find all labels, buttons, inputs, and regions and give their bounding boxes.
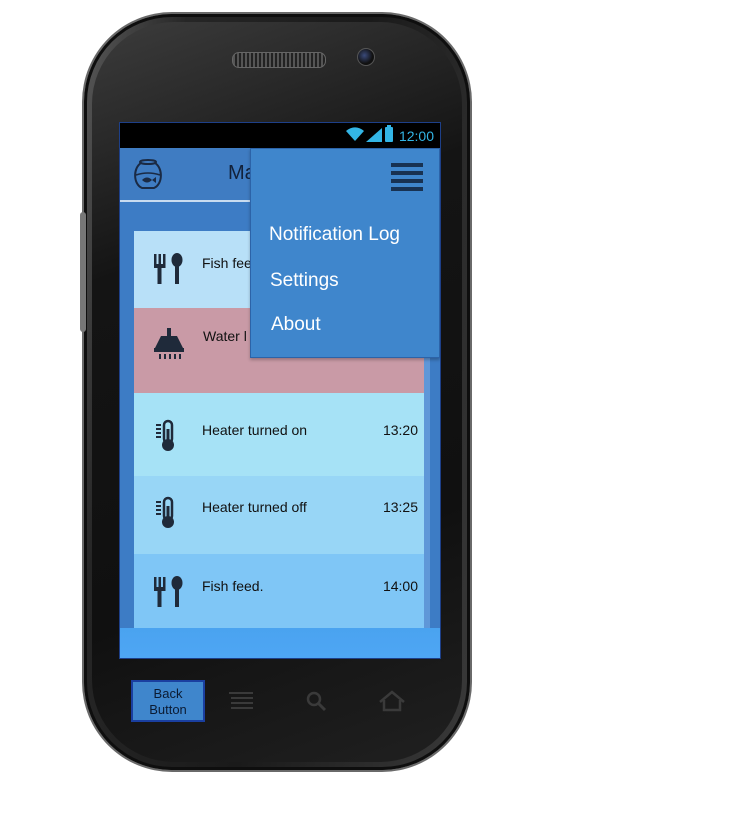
notification-time: 13:25 — [382, 499, 418, 515]
recent-apps-icon[interactable] — [228, 690, 254, 712]
earpiece-speaker — [232, 52, 326, 68]
list-item[interactable]: Heater turned off 13:25 — [134, 476, 424, 554]
battery-icon — [385, 125, 393, 142]
menu-item-about[interactable]: About — [271, 314, 321, 336]
back-button-label: Back Button — [149, 686, 187, 717]
overflow-menu: Notification Log Settings About — [250, 148, 440, 358]
fork-spoon-icon — [154, 253, 183, 284]
wifi-icon — [346, 127, 364, 141]
back-button[interactable]: Back Button — [131, 680, 205, 722]
screen: 12:00 Ma Fish fee Water l Heater turned … — [119, 122, 441, 659]
notification-time: 13:20 — [382, 422, 418, 438]
notification-label: Fish fee — [202, 255, 252, 271]
hamburger-icon[interactable] — [391, 163, 423, 191]
notification-time: 14:00 — [382, 578, 418, 594]
notification-label: Heater turned on — [202, 422, 308, 438]
front-camera — [357, 48, 375, 66]
signal-icon — [366, 128, 382, 142]
menu-item-settings[interactable]: Settings — [270, 270, 339, 292]
thermometer-icon — [156, 419, 174, 451]
status-time: 12:00 — [398, 128, 434, 144]
home-icon[interactable] — [378, 690, 406, 712]
fishbowl-icon[interactable] — [132, 158, 164, 190]
volume-side-button — [80, 212, 86, 332]
notification-label: Water l — [203, 328, 247, 344]
notification-label: Fish feed. — [202, 578, 264, 594]
fork-spoon-icon — [154, 576, 183, 607]
shower-icon — [154, 328, 184, 359]
thermometer-icon — [156, 496, 174, 528]
notification-label: Heater turned off — [202, 499, 307, 515]
list-item[interactable]: Fish feed. 14:00 — [134, 554, 424, 629]
search-icon[interactable] — [305, 690, 327, 712]
list-item[interactable]: Heater turned on 13:20 — [134, 393, 424, 476]
menu-item-notification-log[interactable]: Notification Log — [269, 224, 400, 246]
status-bar: 12:00 — [120, 123, 440, 148]
